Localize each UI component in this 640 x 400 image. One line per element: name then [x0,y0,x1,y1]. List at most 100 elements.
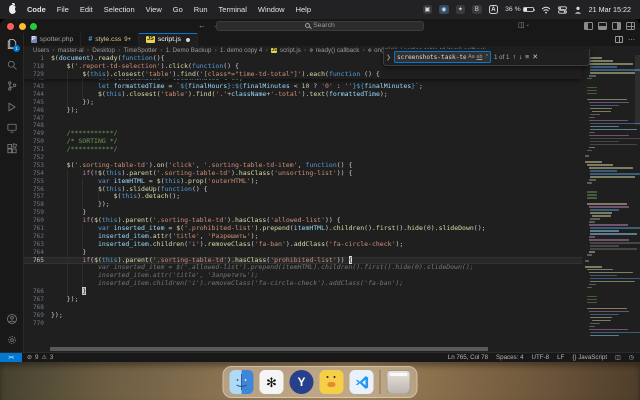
language-mode[interactable]: {} JavaScript [572,354,607,361]
cursor-position[interactable]: Ln 765, Col 78 [448,354,488,361]
problems-summary[interactable]: ⊘ 9 ⚠ 3 [22,354,53,361]
tab-spotter.php[interactable]: Pspotter.php [24,33,82,46]
whole-word-icon[interactable]: ab [477,54,483,60]
copilot-menu-button[interactable]: ◫ ⌄ [518,21,530,29]
minimap-line [586,203,628,205]
sidebar-item-remote-explorer[interactable] [5,121,18,134]
minimize-window-button[interactable] [18,22,26,30]
menu-item-run[interactable]: Run [194,5,208,14]
dock: ✻ Y [222,366,418,398]
toggle-replace-icon[interactable]: ❯ [386,54,391,61]
dock-trash-icon[interactable] [386,370,411,394]
menu-item-code[interactable]: Code [27,5,46,14]
breadcrumb-item[interactable]: ready() callback [316,47,360,54]
tab-style.css[interactable]: # style.css 9+ [81,33,140,46]
line-number [24,264,51,272]
vertical-scrollbar[interactable] [635,55,640,125]
line-content: } [51,287,582,297]
dock-chatgpt-icon[interactable]: ✻ [259,370,284,394]
menubar-gear-app-icon[interactable]: ✦ [455,4,466,15]
line-number: 750 [32,138,44,146]
sidebar-item-extensions[interactable] [5,142,18,155]
dock-finder-icon[interactable] [229,370,254,394]
code-editor[interactable]: 742 let finalMinutes = totalMinutes % 60… [24,55,640,352]
breadcrumb-item[interactable]: TimeSpotter [124,47,157,54]
input-source-icon[interactable]: A [488,4,499,15]
menu-item-view[interactable]: View [146,5,162,14]
customize-layout-icon[interactable] [626,21,635,30]
match-case-icon[interactable]: Aa [468,54,474,60]
wifi-icon[interactable] [541,6,551,14]
toggle-primary-sidebar-icon[interactable] [584,21,593,30]
sidebar-item-source-control[interactable] [5,79,18,92]
minimap[interactable] [582,55,640,346]
find-widget: ❯ screenshots-task-text Aa ab .* 1 of 1 … [383,49,590,66]
notifications-bell-icon[interactable]: ◷ [629,354,634,361]
minimap-line [590,242,640,244]
accounts-button[interactable] [5,312,18,325]
horizontal-scrollbar[interactable] [50,347,488,351]
code-token: children [332,224,365,233]
toggle-secondary-sidebar-icon[interactable] [612,21,621,30]
breadcrumb-item[interactable]: script.js [280,47,301,54]
sidebar-item-search[interactable] [5,58,18,71]
code-token: this [90,69,106,78]
breadcrumb-item[interactable]: Users [33,47,49,54]
code-lines: 742 let finalMinutes = totalMinutes % 60… [24,74,582,328]
line-number: 762 [32,232,44,240]
breadcrumb-item[interactable]: 1. demo copy 4 [220,47,262,54]
tab-label: spotter.php [39,36,74,43]
control-center-icon[interactable] [557,5,567,14]
remote-indicator[interactable]: >< [0,353,22,362]
menu-item-go[interactable]: Go [173,5,183,14]
eol-setting[interactable]: LF [557,354,564,361]
sidebar-item-run-debug[interactable] [5,100,18,113]
next-match-icon[interactable]: ↓ [519,54,522,61]
minimap-line [588,119,628,122]
regex-icon[interactable]: .* [484,54,488,60]
tab-script.js[interactable]: JS script.js [139,33,198,46]
close-find-icon[interactable]: ✕ [532,53,538,61]
dock-yandex-browser-icon[interactable]: Y [289,370,314,394]
dock-vscode-icon[interactable] [349,370,374,394]
split-editor-icon[interactable] [615,36,623,43]
code-token: '.sorting-table-td-item' [203,160,298,169]
settings-button[interactable] [5,333,18,346]
menubar-app-b-icon[interactable]: B [472,4,482,15]
css-file-icon: # [88,36,93,43]
encoding-setting[interactable]: UTF-8 [532,354,550,361]
menubar-globe-swirl-icon[interactable]: ◉ [439,4,449,15]
find-in-selection-icon[interactable]: ≡ [525,54,529,61]
toggle-panel-icon[interactable] [598,21,607,30]
menubar-app-icon[interactable]: ▣ [422,4,433,15]
user-menu-icon[interactable] [574,6,582,14]
indentation-setting[interactable]: Spaces: 4 [496,354,524,361]
modified-dot-icon[interactable] [185,37,190,42]
menu-bar-left: Code File Edit Selection View Go Run Terminal Wi… [9,2,311,14]
close-window-button[interactable] [7,22,14,30]
breadcrumb-item[interactable]: Desktop [92,47,115,54]
menu-bar-clock[interactable]: 21 Mar 15:22 [589,5,631,14]
menu-item-terminal[interactable]: Terminal [219,5,247,14]
breadcrumb-item[interactable]: master-al [58,47,84,54]
breadcrumb-item[interactable]: 1. Demo Backup [166,47,212,54]
sidebar-item-explorer[interactable]: 1 [5,37,20,52]
dock-cyberduck-icon[interactable] [319,370,344,394]
command-center-search[interactable]: Search [216,20,424,32]
menu-item-help[interactable]: Help [296,5,311,14]
minimap-line [585,155,589,158]
more-actions-icon[interactable]: ⋯ [628,36,635,44]
code-token: 'table' [160,89,189,98]
go-back-button[interactable]: ← [198,21,206,30]
previous-match-icon[interactable]: ↑ [512,54,515,61]
menu-item-selection[interactable]: Selection [104,5,135,14]
find-input[interactable]: screenshots-task-text Aa ab .* [394,51,491,63]
feedback-icon[interactable]: ◫ [615,354,621,361]
menu-item-edit[interactable]: Edit [80,5,93,14]
battery-indicator[interactable]: 36 % [505,6,535,13]
zoom-window-button[interactable] [30,22,37,30]
apple-menu-icon[interactable] [9,2,18,14]
menu-item-file[interactable]: File [57,5,69,14]
indent-guide [66,70,68,79]
menu-item-window[interactable]: Window [258,5,285,14]
